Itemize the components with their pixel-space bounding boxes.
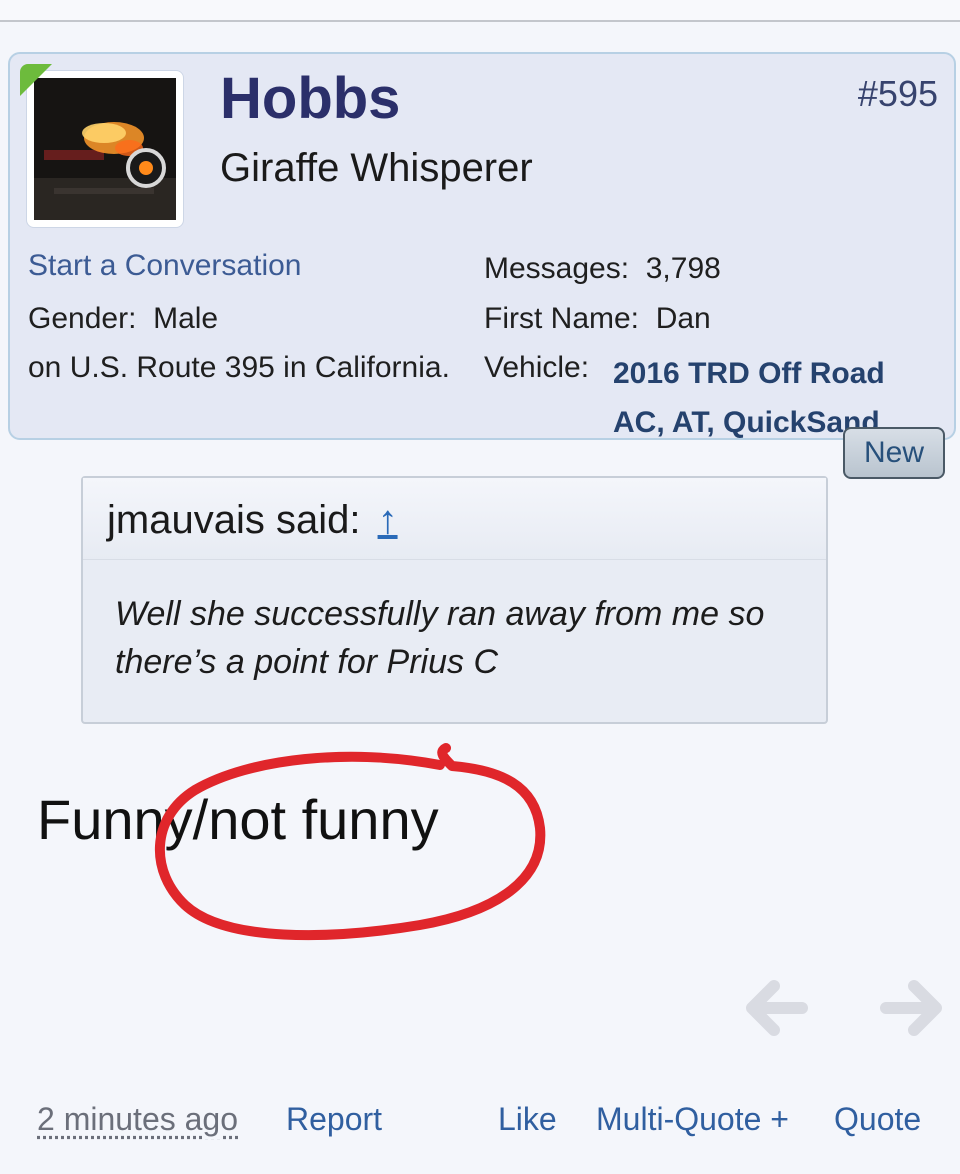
- quote-text: Well she successfully ran away from me s…: [115, 590, 795, 686]
- messages-value: 3,798: [645, 252, 721, 285]
- quote-block: jmauvais said: ↑ Well she successfully r…: [81, 476, 828, 724]
- quote-header: jmauvais said: ↑: [83, 478, 826, 560]
- vehicle-label: Vehicle:: [484, 351, 590, 384]
- new-badge: New: [843, 427, 945, 479]
- report-link[interactable]: Report: [286, 1100, 382, 1138]
- avatar-image: [34, 78, 176, 220]
- messages-label: Messages:: [484, 252, 630, 285]
- message-body: Funny/not funny: [37, 788, 439, 851]
- gender-label: Gender:: [28, 302, 137, 335]
- quote-author-text: jmauvais said:: [107, 498, 361, 542]
- first-name-label: First Name:: [484, 302, 640, 335]
- messages-field: Messages: 3,798: [484, 252, 721, 286]
- location-field: on U.S. Route 395 in California.: [28, 351, 450, 384]
- first-name-value: Dan: [655, 302, 711, 335]
- gender-field: Gender: Male: [28, 302, 218, 336]
- quote-jump-icon[interactable]: ↑: [378, 498, 398, 542]
- vehicle-line-1: 2016 TRD Off Road: [613, 357, 885, 390]
- gender-value: Male: [153, 302, 219, 335]
- like-link[interactable]: Like: [498, 1100, 557, 1138]
- top-divider: [0, 0, 960, 22]
- user-title: Giraffe Whisperer: [220, 146, 533, 190]
- arrow-left-icon[interactable]: [744, 976, 808, 1040]
- quote-line-1: Well she successfully ran away from me s…: [115, 595, 765, 633]
- multi-quote-link[interactable]: Multi-Quote +: [596, 1100, 789, 1138]
- avatar[interactable]: [26, 70, 184, 228]
- quote-line-2: there’s a point for Prius C: [115, 643, 498, 681]
- username[interactable]: Hobbs: [220, 70, 400, 128]
- post-number-link[interactable]: #595: [858, 76, 938, 112]
- start-conversation-link[interactable]: Start a Conversation: [28, 249, 301, 283]
- arrow-right-icon[interactable]: [880, 976, 944, 1040]
- post-timestamp[interactable]: 2 minutes ago: [37, 1100, 238, 1138]
- quote-author: jmauvais said: ↑: [107, 498, 398, 543]
- quote-link[interactable]: Quote: [834, 1100, 921, 1138]
- first-name-field: First Name: Dan: [484, 302, 711, 336]
